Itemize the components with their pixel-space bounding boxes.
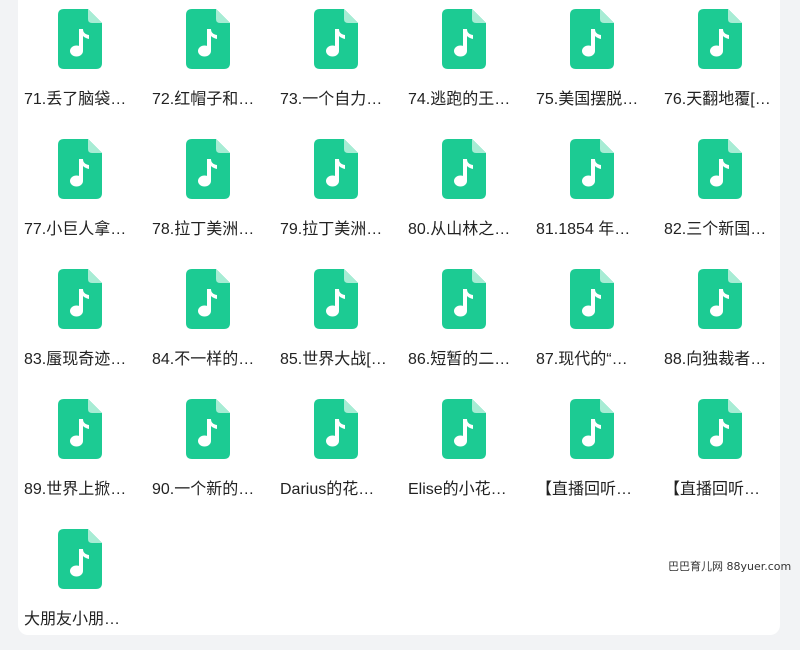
file-name: 72.红帽子和… bbox=[152, 91, 255, 108]
music-file-icon bbox=[58, 399, 102, 459]
music-file-icon bbox=[570, 399, 614, 459]
file-item[interactable]: 【直播回听… bbox=[530, 390, 658, 520]
file-name: 74.逃跑的王… bbox=[408, 91, 511, 108]
watermark: 巴巴育儿网 88yuer.com bbox=[668, 560, 792, 573]
file-name: 85.世界大战[… bbox=[280, 351, 387, 368]
music-file-icon bbox=[58, 529, 102, 589]
file-item[interactable]: 90.一个新的… bbox=[146, 390, 274, 520]
file-name: 73.一个自力… bbox=[280, 91, 383, 108]
file-item[interactable]: 74.逃跑的王… bbox=[402, 0, 530, 130]
music-file-icon bbox=[442, 399, 486, 459]
music-file-icon bbox=[314, 139, 358, 199]
file-item[interactable]: 72.红帽子和… bbox=[146, 0, 274, 130]
file-item[interactable]: 82.三个新国… bbox=[658, 130, 786, 260]
file-item[interactable]: 84.不一样的… bbox=[146, 260, 274, 390]
music-file-icon bbox=[442, 269, 486, 329]
music-file-icon bbox=[570, 139, 614, 199]
file-name: 82.三个新国… bbox=[664, 221, 767, 238]
music-file-icon bbox=[698, 269, 742, 329]
file-name: 78.拉丁美洲… bbox=[152, 221, 255, 238]
music-file-icon bbox=[442, 9, 486, 69]
file-item[interactable]: 85.世界大战[… bbox=[274, 260, 402, 390]
file-name: 76.天翻地覆[… bbox=[664, 91, 771, 108]
file-item[interactable]: 78.拉丁美洲… bbox=[146, 130, 274, 260]
music-file-icon bbox=[442, 139, 486, 199]
music-file-icon bbox=[698, 139, 742, 199]
file-name: 75.美国摆脱… bbox=[536, 91, 639, 108]
file-name: 88.向独裁者… bbox=[664, 351, 767, 368]
file-name: 90.一个新的… bbox=[152, 481, 255, 498]
file-name: 【直播回听… bbox=[536, 481, 633, 498]
file-item[interactable]: 79.拉丁美洲… bbox=[274, 130, 402, 260]
file-item[interactable]: 73.一个自力… bbox=[274, 0, 402, 130]
file-item[interactable]: 89.世界上掀… bbox=[18, 390, 146, 520]
file-item[interactable]: Elise的小花… bbox=[402, 390, 530, 520]
file-item[interactable]: 76.天翻地覆[… bbox=[658, 0, 786, 130]
file-name: Darius的花… bbox=[280, 481, 375, 498]
music-file-icon bbox=[186, 9, 230, 69]
file-name: 大朋友小朋… bbox=[24, 611, 121, 628]
music-file-icon bbox=[698, 9, 742, 69]
file-item[interactable]: 81.1854 年… bbox=[530, 130, 658, 260]
music-file-icon bbox=[58, 9, 102, 69]
file-item[interactable]: 86.短暂的二… bbox=[402, 260, 530, 390]
file-item[interactable]: Darius的花… bbox=[274, 390, 402, 520]
music-file-icon bbox=[186, 139, 230, 199]
file-name: 89.世界上掀… bbox=[24, 481, 127, 498]
file-name: 83.蜃现奇迹… bbox=[24, 351, 127, 368]
file-name: 71.丢了脑袋… bbox=[24, 91, 127, 108]
music-file-icon bbox=[314, 269, 358, 329]
file-name: 81.1854 年… bbox=[536, 221, 631, 238]
file-item[interactable]: 87.现代的“… bbox=[530, 260, 658, 390]
music-file-icon bbox=[570, 269, 614, 329]
file-item[interactable]: 83.蜃现奇迹… bbox=[18, 260, 146, 390]
file-name: 84.不一样的… bbox=[152, 351, 255, 368]
music-file-icon bbox=[314, 399, 358, 459]
music-file-icon bbox=[698, 399, 742, 459]
music-file-icon bbox=[58, 139, 102, 199]
music-file-icon bbox=[570, 9, 614, 69]
file-item[interactable]: 71.丢了脑袋… bbox=[18, 0, 146, 130]
file-item[interactable]: 75.美国摆脱… bbox=[530, 0, 658, 130]
file-grid: 71.丢了脑袋… 72.红帽子和… 73.一个自力… 74.逃跑的王… 75.美国摆脱…… bbox=[18, 0, 786, 650]
file-item[interactable]: 【直播回听… bbox=[658, 390, 786, 520]
file-name: 【直播回听… bbox=[664, 481, 761, 498]
music-file-icon bbox=[58, 269, 102, 329]
file-name: 86.短暂的二… bbox=[408, 351, 511, 368]
file-name: 77.小巨人拿… bbox=[24, 221, 127, 238]
file-name: 87.现代的“… bbox=[536, 351, 628, 368]
file-name: 80.从山林之… bbox=[408, 221, 511, 238]
file-item[interactable]: 77.小巨人拿… bbox=[18, 130, 146, 260]
music-file-icon bbox=[186, 399, 230, 459]
music-file-icon bbox=[186, 269, 230, 329]
file-name: Elise的小花… bbox=[408, 481, 507, 498]
file-item[interactable]: 88.向独裁者… bbox=[658, 260, 786, 390]
file-name: 79.拉丁美洲… bbox=[280, 221, 383, 238]
music-file-icon bbox=[314, 9, 358, 69]
file-item[interactable]: 80.从山林之… bbox=[402, 130, 530, 260]
file-item[interactable]: 大朋友小朋… bbox=[18, 520, 146, 650]
